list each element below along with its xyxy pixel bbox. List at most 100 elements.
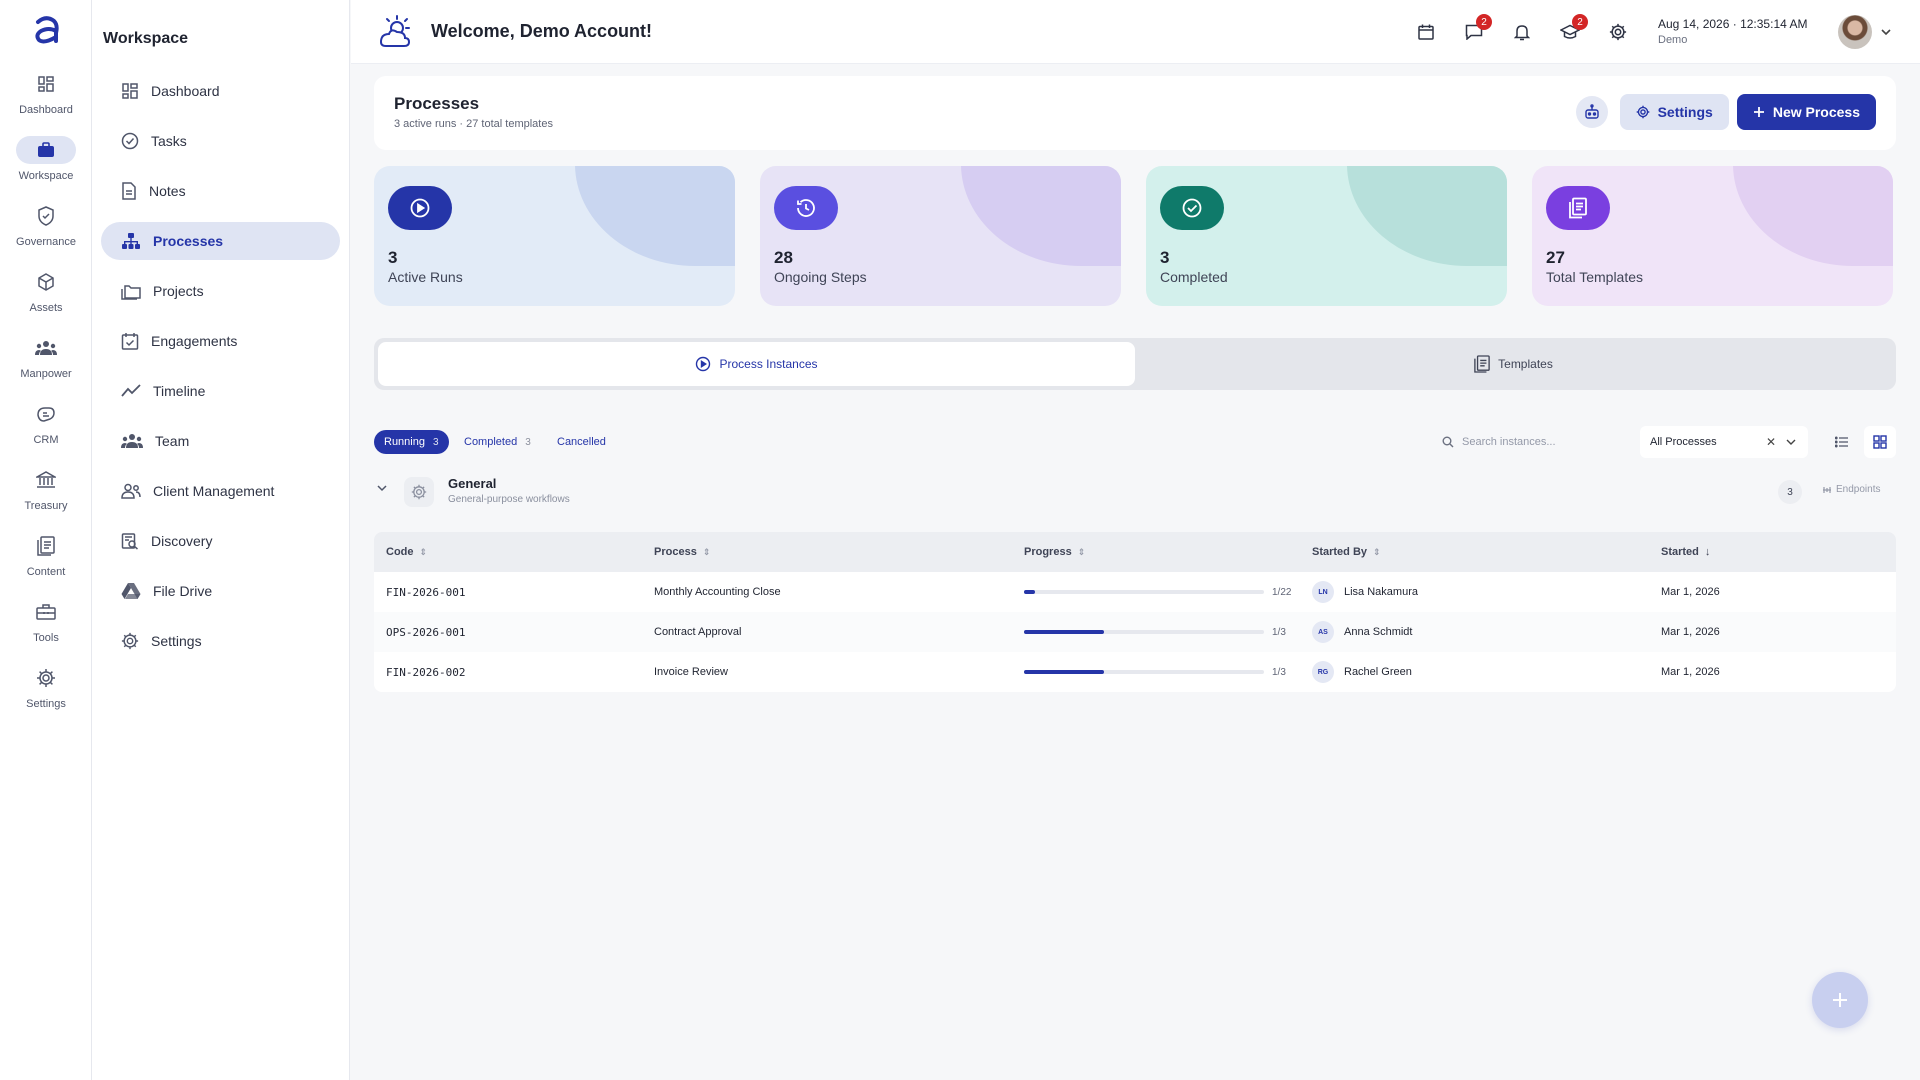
settings-button[interactable]: Settings [1619, 94, 1729, 130]
avatar[interactable] [1838, 15, 1872, 49]
rail-item-label: Settings [26, 698, 66, 710]
notifications-button[interactable] [1498, 12, 1546, 52]
process-filter-select[interactable]: All Processes ✕ [1640, 426, 1808, 458]
sidebar-item-label: Notes [149, 183, 186, 199]
stat-card-total-templates: 27 Total Templates [1532, 166, 1893, 306]
table-row[interactable]: FIN-2026-001 Monthly Accounting Close 1/… [374, 572, 1896, 612]
rail-item-settings[interactable]: Settings [0, 654, 92, 720]
cell-started: Mar 1, 2026 [1661, 586, 1720, 598]
bell-icon [1514, 25, 1530, 41]
rail-item-crm[interactable]: CRM [0, 390, 92, 456]
rail-item-dashboard[interactable]: Dashboard [0, 60, 92, 126]
stat-label: Total Templates [1546, 269, 1644, 285]
rail-item-label: Governance [16, 236, 76, 248]
plus-icon [1753, 107, 1764, 117]
rail-item-content[interactable]: Content [0, 522, 92, 588]
rail-item-manpower[interactable]: Manpower [0, 324, 92, 390]
progress-bar [1024, 670, 1264, 674]
chevron-down-icon[interactable] [1880, 28, 1892, 36]
new-process-label: New Process [1772, 104, 1860, 120]
cell-process: Monthly Accounting Close [654, 586, 781, 598]
rail-item-treasury[interactable]: Treasury [0, 456, 92, 522]
drive-icon [121, 583, 141, 599]
tab-process-instances[interactable]: Process Instances [378, 342, 1135, 386]
sidebar-item-projects[interactable]: Projects [101, 272, 340, 310]
sidebar-item-settings[interactable]: Settings [101, 622, 340, 660]
sidebar-item-processes[interactable]: Processes [101, 222, 340, 260]
column-header-code[interactable]: Code ⇕ [386, 532, 427, 572]
progress-label: 1/22 [1272, 586, 1292, 598]
brand-mark-icon [379, 14, 411, 47]
page-header-panel: Processes 3 active runs · 27 total templ… [374, 76, 1896, 150]
stat-label: Completed [1160, 269, 1228, 285]
endpoints-icon [1823, 486, 1831, 493]
started-by-name: Rachel Green [1344, 666, 1412, 678]
user-label: Demo [1658, 34, 1688, 46]
messages-button[interactable]: 2 [1450, 12, 1498, 52]
filter-chip-running[interactable]: Running 3 [374, 430, 449, 454]
floating-add-button[interactable] [1812, 972, 1868, 1028]
sort-icon: ⇕ [419, 546, 428, 557]
settings-button-label: Settings [1657, 104, 1713, 120]
rail-item-workspace[interactable]: Workspace [0, 126, 92, 192]
column-header-started-by[interactable]: Started By ⇕ [1312, 532, 1381, 572]
group-count: 3 [1778, 480, 1802, 504]
sort-icon: ⇕ [1373, 546, 1381, 557]
rail-item-assets[interactable]: Assets [0, 258, 92, 324]
sidebar-item-label: Processes [153, 233, 224, 249]
grid-view-button[interactable] [1864, 426, 1896, 458]
cell-started-by: AS Anna Schmidt [1312, 612, 1412, 652]
chevron-down-icon[interactable] [376, 484, 388, 492]
sidebar-item-team[interactable]: Team [101, 422, 340, 460]
rail-item-tools[interactable]: Tools [0, 588, 92, 654]
clear-icon[interactable]: ✕ [1766, 435, 1776, 449]
stat-card-completed: 3 Completed [1146, 166, 1507, 306]
sidebar-item-label: Team [155, 433, 190, 449]
sidebar-item-discovery[interactable]: Discovery [101, 522, 340, 560]
filter-chip-cancelled[interactable]: Cancelled [547, 430, 616, 454]
cell-code: OPS-2026-001 [386, 625, 466, 639]
tab-templates[interactable]: Templates [1135, 342, 1892, 386]
endpoints-link[interactable]: Endpoints [1822, 484, 1880, 495]
column-label: Started [1661, 546, 1699, 558]
sidebar-item-timeline[interactable]: Timeline [101, 372, 340, 410]
sidebar-item-tasks[interactable]: Tasks [101, 122, 340, 160]
cell-process: Contract Approval [654, 626, 742, 638]
sidebar-item-file-drive[interactable]: File Drive [101, 572, 340, 610]
column-header-process[interactable]: Process ⇕ [654, 532, 710, 572]
sidebar-item-label: Dashboard [151, 83, 220, 99]
sidebar-item-dashboard[interactable]: Dashboard [101, 72, 340, 110]
list-view-button[interactable] [1826, 426, 1858, 458]
group-description: General-purpose workflows [448, 494, 570, 505]
table-row[interactable]: OPS-2026-001 Contract Approval 1/3 AS An… [374, 612, 1896, 652]
learning-button[interactable]: 2 [1546, 12, 1594, 52]
search-input[interactable]: Search instances... [1432, 428, 1632, 456]
calendar-button[interactable] [1402, 12, 1450, 52]
avatar: AS [1312, 621, 1334, 643]
process-instances-table: Code ⇕ Process ⇕ Progress ⇕ Started By ⇕… [374, 532, 1896, 692]
main-content: Processes 3 active runs · 27 total templ… [374, 76, 1896, 692]
check-circle-icon [121, 132, 139, 150]
view-tabs: Process Instances Templates [374, 338, 1896, 390]
people-icon [16, 334, 76, 362]
learning-badge: 2 [1572, 14, 1588, 30]
rail-item-governance[interactable]: Governance [0, 192, 92, 258]
card-decoration [961, 166, 1121, 266]
gear-icon [1636, 105, 1649, 119]
assistant-button[interactable] [1575, 96, 1608, 128]
progress-bar [1024, 630, 1264, 634]
column-header-progress[interactable]: Progress ⇕ [1024, 532, 1085, 572]
column-header-started[interactable]: Started ↓ [1661, 532, 1710, 572]
rail-item-label: Tools [33, 632, 59, 644]
table-row[interactable]: FIN-2026-002 Invoice Review 1/3 RG Rache… [374, 652, 1896, 692]
new-process-button[interactable]: New Process [1736, 94, 1876, 130]
filter-chip-completed[interactable]: Completed 3 [454, 430, 541, 454]
sidebar-item-engagements[interactable]: Engagements [101, 322, 340, 360]
discovery-icon [121, 533, 138, 550]
app-logo[interactable] [0, 0, 92, 60]
calendar-icon [1418, 24, 1434, 40]
calendar-check-icon [121, 333, 139, 350]
sidebar-item-client-management[interactable]: Client Management [101, 472, 340, 510]
sidebar-item-notes[interactable]: Notes [101, 172, 340, 210]
settings-button[interactable] [1594, 12, 1642, 52]
